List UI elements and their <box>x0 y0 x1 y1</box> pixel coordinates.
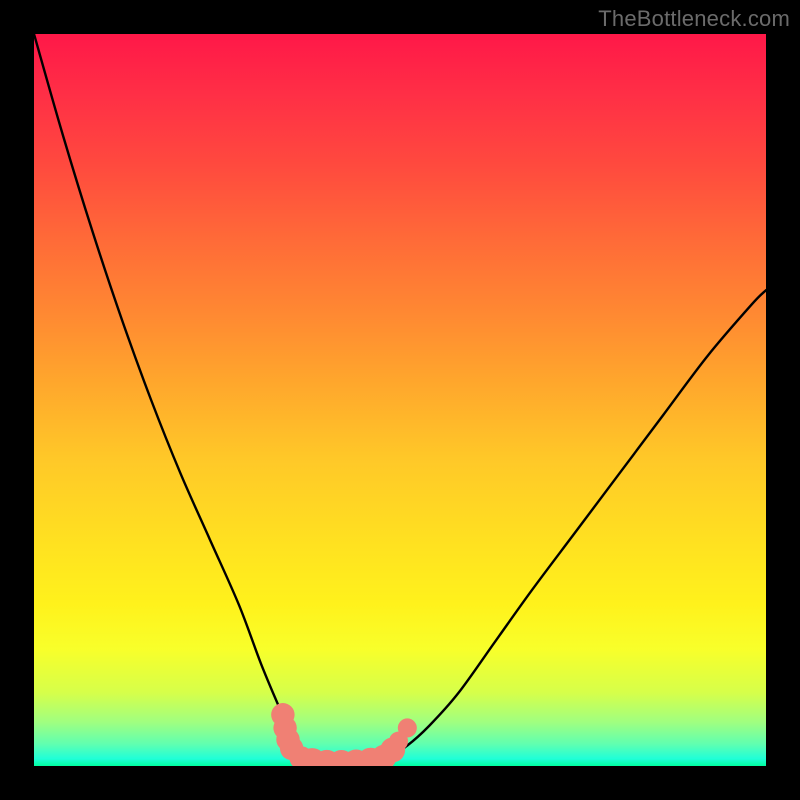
chart-svg <box>34 34 766 766</box>
bottleneck-curve <box>34 34 766 766</box>
curve-markers <box>271 703 417 766</box>
watermark-text: TheBottleneck.com <box>598 6 790 32</box>
chart-frame: TheBottleneck.com <box>0 0 800 800</box>
curve-marker <box>398 718 417 737</box>
chart-plot-area <box>34 34 766 766</box>
